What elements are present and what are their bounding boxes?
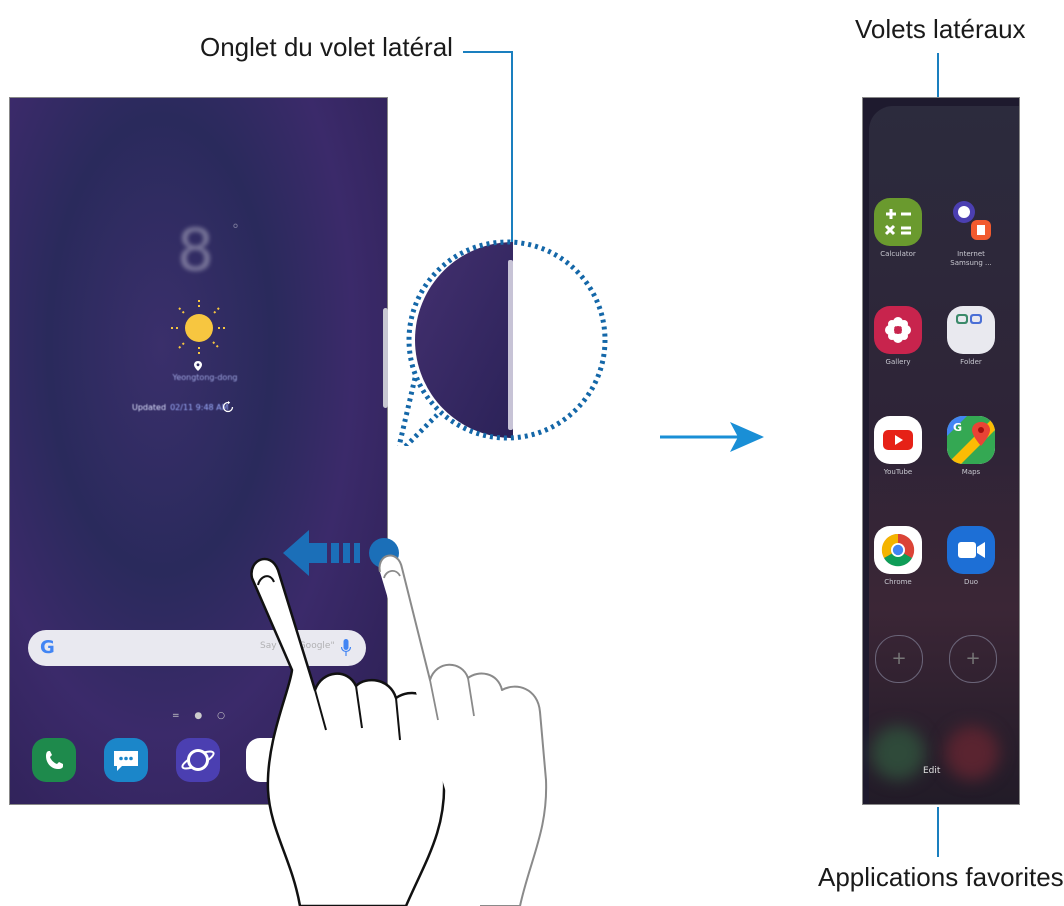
gallery-icon [874, 306, 922, 354]
app-label: Gallery [885, 358, 911, 366]
app-label: Internet Samsung ... [950, 250, 992, 267]
app-label: YouTube [883, 468, 913, 476]
calculator-icon [874, 198, 922, 246]
tab-leader-horizontal [463, 51, 513, 53]
tab-leader-vertical [511, 51, 513, 247]
internet-notes-pair-icon [947, 198, 995, 246]
folder-icon [947, 306, 995, 354]
chrome-icon [874, 526, 922, 574]
edge-app-maps[interactable]: G Maps [945, 416, 997, 477]
messages-app-icon[interactable] [104, 738, 148, 782]
updated-label: Updated [132, 403, 167, 412]
add-app-slot-1[interactable]: + [875, 635, 923, 683]
edge-app-calculator[interactable]: Calculator [872, 198, 924, 259]
weather-location: Yeongtong-dong [172, 373, 238, 382]
maps-icon: G [947, 416, 995, 464]
weather-updated: Updated 02/11 9:48 AM [132, 403, 229, 412]
panels-leader [937, 53, 939, 99]
edit-button[interactable]: Edit [923, 766, 940, 776]
favorites-leader [937, 807, 939, 857]
phone-app-icon[interactable] [32, 738, 76, 782]
edge-panel-handle[interactable] [383, 308, 388, 408]
add-app-slot-2[interactable]: + [949, 635, 997, 683]
zoomed-screen-edge [415, 242, 513, 438]
page-indicator: = ● ○ [172, 711, 231, 721]
blurred-shortcut-left [871, 726, 925, 780]
updated-time: 02/11 9:48 AM [170, 403, 229, 412]
duo-icon [947, 526, 995, 574]
google-logo: G [40, 637, 55, 658]
app-label: Chrome [884, 578, 912, 586]
sun-weather-icon [171, 300, 227, 356]
zoom-magnifier [397, 239, 608, 446]
edge-app-gallery[interactable]: Gallery [872, 306, 924, 367]
location-pin-icon [194, 361, 202, 371]
app-label: Calculator [880, 250, 916, 258]
clock-widget: 8 [177, 216, 214, 284]
app-label: Duo [963, 578, 979, 586]
app-label: Maps [961, 468, 981, 476]
app-label: Folder [960, 358, 982, 366]
hand-illustration [250, 554, 548, 906]
edge-app-duo[interactable]: Duo [945, 526, 997, 587]
transition-arrow [660, 422, 764, 452]
blurred-shortcut-right [945, 726, 999, 780]
edge-app-chrome[interactable]: Chrome [872, 526, 924, 587]
callout-panels-label: Volets latéraux [855, 14, 1026, 44]
refresh-icon[interactable] [222, 401, 234, 413]
clock-degree: ° [232, 222, 239, 238]
youtube-icon [874, 416, 922, 464]
edge-panel: Calculator Internet Samsung ... Gallery … [862, 97, 1020, 805]
callout-favorites-label: Applications favorites [818, 862, 1064, 892]
zoomed-handle [508, 260, 513, 430]
callout-tab-label: Onglet du volet latéral [200, 32, 453, 62]
edge-app-folder[interactable]: Folder [945, 306, 997, 367]
edge-app-pair-internet[interactable]: Internet Samsung ... [945, 198, 997, 268]
internet-app-icon[interactable] [176, 738, 220, 782]
svg-text:G: G [953, 421, 962, 434]
edge-app-youtube[interactable]: YouTube [872, 416, 924, 477]
